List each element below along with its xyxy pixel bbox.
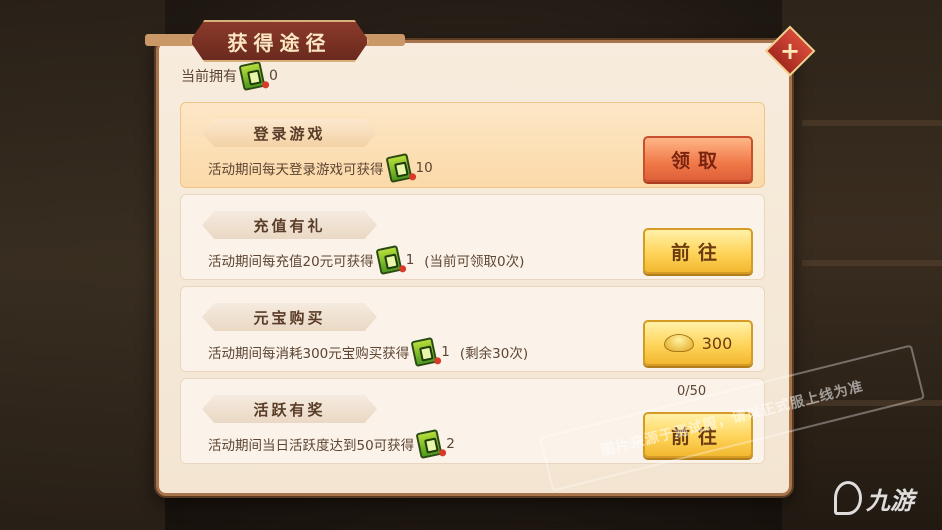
row-tag-label: 活跃有奖 (253, 400, 326, 419)
ticket-icon (410, 336, 438, 368)
list-item-ingot-purchase: 元宝购买 活动期间每消耗300元宝购买获得 1 (剩余30次) 300 (180, 286, 765, 372)
obtain-methods-list[interactable]: 登录游戏 活动期间每天登录游戏可获得 10 领取 充值有礼 活动期间每充值20元… (180, 100, 768, 475)
row-tag: 充值有礼 (202, 211, 377, 239)
background-shelf (802, 120, 942, 126)
row-tag: 元宝购买 (202, 303, 377, 331)
row-description: 活动期间每消耗300元宝购买获得 1 (剩余30次) (208, 336, 529, 368)
dialog-title: 获得途径 (227, 30, 332, 55)
ingot-price: 300 (701, 333, 733, 353)
close-icon: + (779, 37, 801, 65)
gold-ingot-icon (663, 334, 694, 352)
ticket-icon (415, 428, 443, 460)
row-tag-label: 元宝购买 (253, 308, 326, 327)
background-shelf (802, 260, 942, 266)
row-tag: 活跃有奖 (202, 395, 377, 423)
background-shelf (802, 400, 942, 406)
site-logo: 九游 (834, 480, 914, 516)
row-tag: 登录游戏 (202, 119, 377, 147)
row-extra-note: (当前可领取0次) (424, 254, 525, 270)
owned-value: 0 (269, 68, 278, 84)
ticket-icon (385, 152, 412, 184)
logo-mark-icon (834, 481, 862, 515)
row-desc-text: 活动期间每消耗300元宝购买获得 (208, 346, 410, 362)
row-description: 活动期间每天登录游戏可获得 10 (208, 152, 433, 184)
buy-with-ingot-button[interactable]: 300 (643, 320, 753, 366)
background-left-scene (0, 0, 165, 530)
row-reward-count: 2 (446, 436, 455, 452)
row-reward-count: 1 (441, 344, 450, 360)
row-desc-text: 活动期间每充值20元可获得 (208, 254, 374, 270)
row-reward-count: 1 (405, 252, 415, 268)
row-desc-text: 活动期间每天登录游戏可获得 (208, 162, 384, 178)
list-item-login: 登录游戏 活动期间每天登录游戏可获得 10 领取 (180, 102, 765, 188)
row-extra-note: (剩余30次) (459, 346, 529, 362)
list-item-activity: 活跃有奖 活动期间当日活跃度达到50可获得 2 0/50 前往 (180, 378, 765, 464)
list-item-recharge: 充值有礼 活动期间每充值20元可获得 1 (当前可领取0次) 前往 (180, 194, 765, 280)
claim-button[interactable]: 领取 (643, 136, 753, 182)
row-description: 活动期间每充值20元可获得 1 (当前可领取0次) (208, 244, 525, 276)
dialog-title-plate: 获得途径 (190, 20, 369, 62)
ticket-icon (375, 244, 403, 276)
goto-button[interactable]: 前往 (643, 228, 753, 274)
logo-text: 九游 (866, 486, 914, 515)
row-reward-count: 10 (415, 160, 433, 176)
goto-button[interactable]: 前往 (643, 412, 753, 458)
row-description: 活动期间当日活跃度达到50可获得 2 (208, 428, 455, 460)
activity-progress: 0/50 (677, 384, 707, 399)
row-desc-text: 活动期间当日活跃度达到50可获得 (208, 438, 415, 454)
owned-count: 当前拥有 0 (181, 60, 278, 92)
row-tag-label: 充值有礼 (253, 216, 326, 235)
row-tag-label: 登录游戏 (253, 124, 326, 143)
ticket-icon (238, 60, 266, 92)
background-right-scene (782, 0, 942, 530)
owned-label: 当前拥有 (181, 69, 237, 85)
